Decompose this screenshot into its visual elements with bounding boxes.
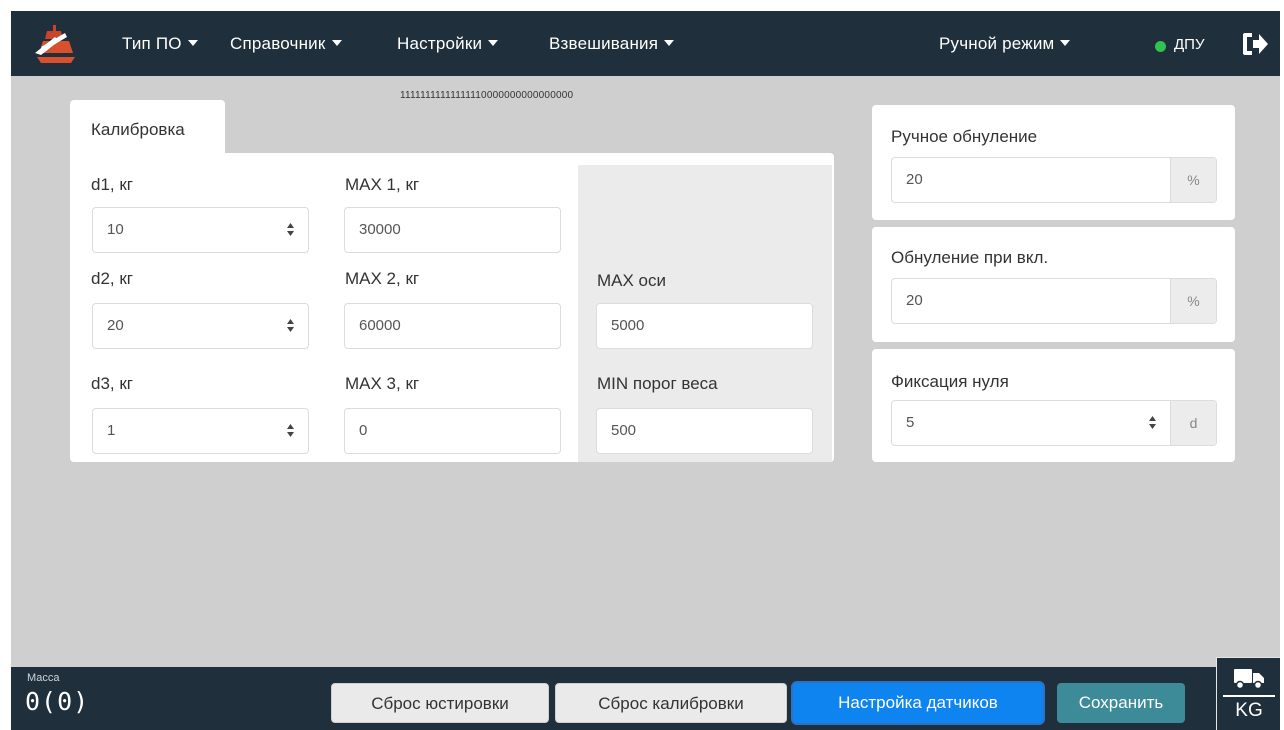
- menu-weighings-label: Взвешивания: [549, 34, 659, 53]
- zero-fix-value: 5: [906, 414, 915, 431]
- zero-fix-label: Фиксация нуля: [891, 372, 1009, 391]
- manual-zeroing-value: 20: [906, 171, 923, 188]
- power-on-zeroing-input[interactable]: 20 %: [891, 278, 1217, 324]
- zero-fix-unit: d: [1170, 401, 1216, 445]
- max3-label: MAX 3, кг: [345, 374, 420, 393]
- menu-software-type[interactable]: Тип ПО: [122, 34, 198, 54]
- min-weight-label: MIN порог веса: [597, 374, 718, 393]
- truck-icon: [1234, 669, 1264, 690]
- status-label: ДПУ: [1174, 36, 1205, 53]
- power-on-zeroing-label: Обнуление при вкл.: [891, 248, 1049, 267]
- max-axis-label: MAX оси: [597, 271, 667, 290]
- max2-label: MAX 2, кг: [345, 269, 420, 288]
- reset-adjustment-button[interactable]: Сброс юстировки: [331, 683, 549, 723]
- select-arrows-icon: [287, 223, 294, 236]
- d2-select[interactable]: 20: [92, 303, 309, 349]
- sensor-settings-button[interactable]: Настройка датчиков: [793, 683, 1043, 723]
- caret-down-icon: [187, 40, 198, 46]
- logout-icon[interactable]: [1241, 32, 1269, 56]
- d2-value: 20: [107, 317, 124, 334]
- caret-down-icon: [331, 40, 342, 46]
- bottom-bar: Масса 0(0) Сброс юстировки Сброс калибро…: [11, 667, 1280, 730]
- debug-bits-text: 11111111111111110000000000000000: [400, 90, 574, 101]
- manual-zeroing-input[interactable]: 20 %: [891, 157, 1217, 203]
- save-button[interactable]: Сохранить: [1057, 683, 1185, 723]
- max2-input[interactable]: 60000: [344, 303, 561, 349]
- reset-calibration-button[interactable]: Сброс калибровки: [555, 683, 787, 723]
- zero-fix-card: Фиксация нуля 5 d: [872, 349, 1235, 462]
- caret-down-icon: [1060, 40, 1071, 46]
- mode-dropdown[interactable]: Ручной режим: [939, 34, 1071, 54]
- unit-label: KG: [1235, 700, 1263, 721]
- select-arrows-icon: [287, 319, 294, 332]
- max3-input[interactable]: 0: [344, 408, 561, 454]
- caret-down-icon: [488, 40, 499, 46]
- d3-value: 1: [107, 422, 116, 439]
- unit-divider: [1223, 695, 1275, 697]
- menu-software-type-label: Тип ПО: [122, 34, 182, 53]
- status-indicator-dot: [1155, 41, 1166, 52]
- max-axis-input[interactable]: 5000: [596, 303, 813, 349]
- min-weight-input[interactable]: 500: [596, 408, 813, 454]
- d2-label: d2, кг: [91, 269, 133, 288]
- caret-down-icon: [664, 40, 675, 46]
- tab-calibration-label: Калибровка: [91, 120, 185, 139]
- menu-settings-label: Настройки: [397, 34, 483, 53]
- d3-select[interactable]: 1: [92, 408, 309, 454]
- menu-weighings[interactable]: Взвешивания: [549, 34, 675, 54]
- menu-reference-label: Справочник: [230, 34, 326, 53]
- mass-value: 0(0): [25, 687, 90, 716]
- d1-value: 10: [107, 221, 124, 238]
- calibration-panel: d1, кг 10 d2, кг 20 d3, кг 1 MAX 1, кг 3…: [70, 153, 834, 462]
- mass-label: Масса: [27, 672, 60, 684]
- select-arrows-icon: [1149, 416, 1156, 429]
- d1-label: d1, кг: [91, 175, 133, 194]
- power-on-zeroing-unit: %: [1170, 279, 1216, 323]
- select-arrows-icon: [287, 424, 294, 437]
- max1-input[interactable]: 30000: [344, 207, 561, 253]
- tab-calibration[interactable]: Калибровка: [70, 100, 225, 155]
- d3-label: d3, кг: [91, 374, 133, 393]
- app-window: Тип ПО Справочник Настройки Взвешивания …: [11, 11, 1280, 730]
- manual-zeroing-label: Ручное обнуление: [891, 127, 1038, 146]
- d1-select[interactable]: 10: [92, 207, 309, 253]
- scales-logo-icon[interactable]: [31, 23, 81, 65]
- menu-settings[interactable]: Настройки: [397, 34, 499, 54]
- max1-label: MAX 1, кг: [345, 175, 420, 194]
- manual-zeroing-unit: %: [1170, 158, 1216, 202]
- menu-reference[interactable]: Справочник: [230, 34, 342, 54]
- unit-toggle[interactable]: KG: [1216, 657, 1280, 730]
- top-navbar: Тип ПО Справочник Настройки Взвешивания …: [11, 11, 1280, 76]
- power-on-zeroing-value: 20: [906, 292, 923, 309]
- power-on-zeroing-card: Обнуление при вкл. 20 %: [872, 227, 1235, 342]
- zero-fix-select[interactable]: 5 d: [891, 400, 1217, 446]
- mode-dropdown-label: Ручной режим: [939, 34, 1055, 53]
- manual-zeroing-card: Ручное обнуление 20 %: [872, 105, 1235, 220]
